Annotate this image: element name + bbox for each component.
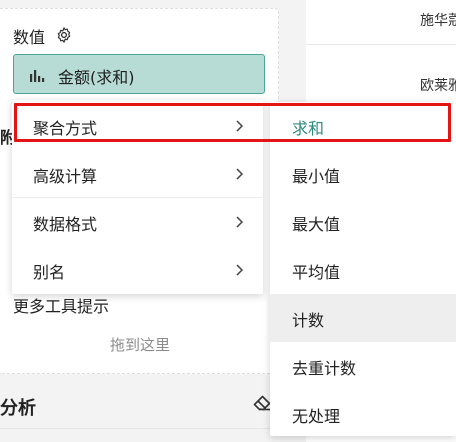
chevron-right-icon	[236, 216, 244, 228]
aggregation-submenu: 求和 最小值 最大值 平均值 计数 去重计数 无处理	[270, 102, 456, 436]
submenu-item-label: 最小值	[292, 167, 341, 186]
preview-divider	[306, 44, 456, 45]
submenu-item-min[interactable]: 最小值	[270, 150, 456, 198]
eraser-icon[interactable]	[252, 394, 272, 412]
analysis-section-title: 分析	[0, 398, 36, 419]
submenu-item-count[interactable]: 计数	[270, 294, 456, 342]
submenu-item-label: 去重计数	[292, 359, 357, 378]
menu-item-label: 数据格式	[33, 215, 98, 234]
submenu-item-label: 计数	[292, 311, 325, 330]
drop-placeholder[interactable]: 拖到这里	[0, 334, 280, 355]
value-field-label: 金额(求和)	[58, 68, 135, 87]
submenu-item-average[interactable]: 平均值	[270, 246, 456, 294]
preview-cell: 施华蔻	[420, 13, 456, 29]
values-section-title: 数值	[13, 28, 46, 47]
menu-item-alias[interactable]: 别名	[12, 246, 263, 294]
preview-cell: 欧莱雅	[420, 78, 456, 94]
annotation-highlight-box	[14, 103, 451, 142]
submenu-item-max[interactable]: 最大值	[270, 198, 456, 246]
submenu-item-distinct-count[interactable]: 去重计数	[270, 342, 456, 390]
menu-divider	[12, 197, 263, 198]
chevron-right-icon	[236, 168, 244, 180]
tooltip-section-title: 更多工具提示	[13, 297, 110, 316]
submenu-item-label: 平均值	[292, 263, 341, 282]
menu-item-data-format[interactable]: 数据格式	[12, 198, 263, 246]
menu-item-label: 别名	[33, 263, 66, 282]
menu-item-advanced-calc[interactable]: 高级计算	[12, 150, 263, 198]
submenu-item-label: 最大值	[292, 215, 341, 234]
value-field-pill[interactable]	[13, 54, 265, 94]
section-divider	[0, 428, 292, 429]
submenu-item-no-aggregation[interactable]: 无处理	[270, 390, 456, 438]
bar-chart-icon	[30, 70, 45, 82]
menu-item-label: 高级计算	[33, 167, 98, 186]
gear-icon[interactable]	[55, 26, 73, 44]
submenu-item-label: 无处理	[292, 407, 341, 426]
chevron-right-icon	[236, 264, 244, 276]
